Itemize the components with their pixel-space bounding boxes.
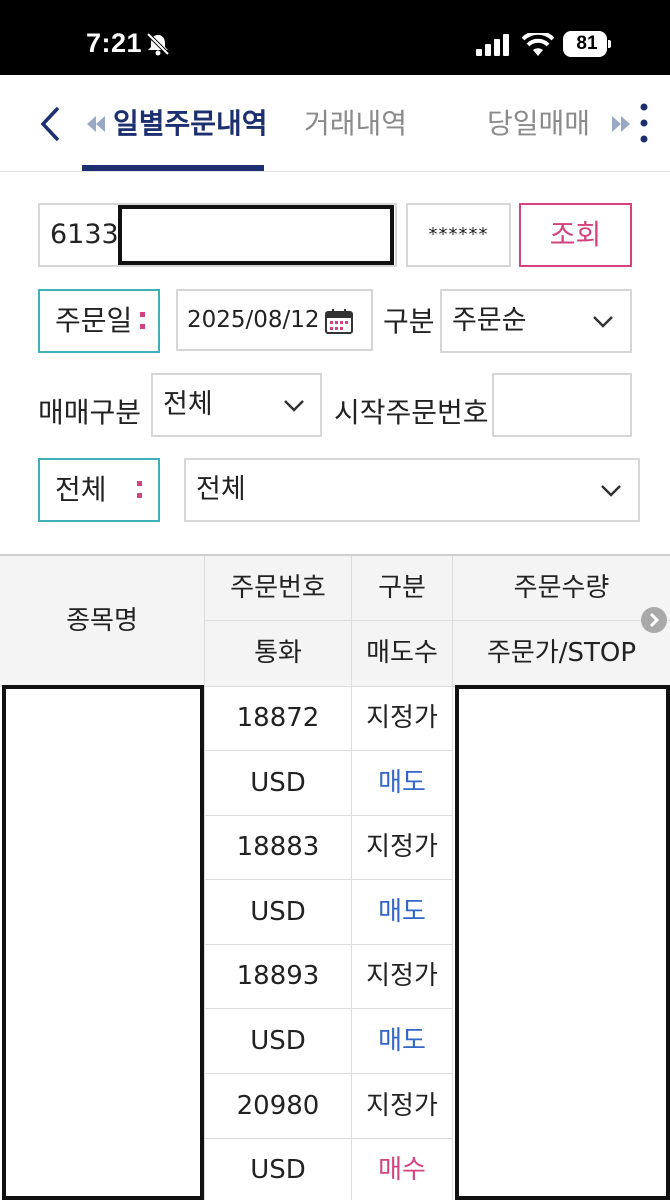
date-picker-field[interactable]: 2025/08/12 (176, 289, 373, 351)
chevron-down-icon (593, 316, 613, 328)
bell-off-icon (146, 32, 170, 56)
currency-cell[interactable]: USD (205, 1139, 351, 1200)
header-order-number: 주문번호 (205, 556, 351, 620)
header-stock-name: 종목명 (0, 556, 204, 686)
chevron-down-icon (601, 485, 621, 497)
currency-cell[interactable]: USD (205, 880, 351, 944)
redaction-box (118, 205, 394, 265)
toggle-dot-icon (140, 312, 145, 317)
all-filter-select[interactable]: 전체 (184, 458, 640, 522)
order-number-cell[interactable]: 20980 (205, 1074, 351, 1138)
active-tab-indicator (82, 165, 264, 171)
all-filter-value: 전체 (196, 474, 246, 505)
toggle-dot-icon (137, 493, 142, 498)
tab-daily-orders[interactable]: 일별주문내역 (113, 99, 268, 149)
tab-today-trades[interactable]: 당일매매 (487, 99, 590, 149)
toggle-dot-icon (137, 481, 142, 486)
tab-trade-history[interactable]: 거래내역 (304, 99, 407, 149)
currency-cell[interactable]: USD (205, 751, 351, 815)
battery-level: 81 (576, 33, 598, 54)
more-menu-icon[interactable] (639, 99, 649, 147)
cellular-signal-icon (476, 34, 509, 56)
order-type-cell[interactable]: 지정가 (352, 687, 452, 750)
sort-order-select[interactable]: 주문순 (440, 289, 632, 353)
header-order-price-stop: 주문가/STOP (453, 621, 670, 686)
header-order-quantity: 주문수량 (453, 556, 670, 620)
order-type-cell[interactable]: 지정가 (352, 1074, 452, 1138)
side-cell[interactable]: 매도 (352, 751, 452, 815)
tab-bar: 일별주문내역 거래내역 당일매매 (0, 75, 670, 172)
redaction-box (2, 685, 204, 1200)
scroll-right-icon[interactable] (640, 606, 668, 634)
sort-order-value: 주문순 (452, 305, 527, 336)
gubun-label: 구분 (383, 305, 435, 338)
date-value: 2025/08/12 (187, 307, 320, 333)
toggle-dot-icon (140, 324, 145, 329)
wifi-icon (522, 33, 554, 56)
all-toggle-button[interactable]: 전체 (38, 458, 160, 522)
password-field[interactable]: ****** (406, 203, 511, 267)
chevron-down-icon (284, 400, 304, 412)
trade-type-label: 매매구분 (38, 396, 142, 429)
column-divider (452, 556, 453, 1200)
order-number-cell[interactable]: 18872 (205, 687, 351, 750)
currency-cell[interactable]: USD (205, 1009, 351, 1073)
back-arrow-icon[interactable] (38, 104, 64, 144)
query-button[interactable]: 조회 (519, 203, 632, 267)
all-toggle-label: 전체 (55, 473, 107, 506)
prev-tab-icon[interactable] (86, 115, 106, 133)
status-bar: 7:21 81 (0, 0, 670, 75)
status-time: 7:21 (86, 28, 143, 58)
header-side: 매도수 (352, 621, 452, 686)
calendar-icon[interactable] (324, 308, 354, 335)
side-cell[interactable]: 매도 (352, 880, 452, 944)
trade-type-select[interactable]: 전체 (151, 373, 322, 437)
order-date-toggle-button[interactable]: 주문일 (38, 289, 160, 353)
header-gubun: 구분 (352, 556, 452, 620)
order-type-cell[interactable]: 지정가 (352, 945, 452, 1008)
start-order-number-label: 시작주문번호 (334, 396, 489, 429)
next-tab-icon[interactable] (611, 115, 631, 133)
header-currency: 통화 (205, 621, 351, 686)
battery-indicator: 81 (563, 31, 611, 57)
account-number-prefix: 6133- (50, 219, 129, 250)
start-order-number-input[interactable] (492, 373, 632, 437)
order-date-label: 주문일 (55, 304, 133, 337)
row-divider (205, 620, 670, 621)
order-number-cell[interactable]: 18883 (205, 816, 351, 879)
side-cell[interactable]: 매도 (352, 1009, 452, 1073)
side-cell[interactable]: 매수 (352, 1139, 452, 1200)
order-number-cell[interactable]: 18893 (205, 945, 351, 1008)
redaction-box (455, 685, 670, 1200)
trade-type-value: 전체 (163, 389, 213, 420)
order-type-cell[interactable]: 지정가 (352, 816, 452, 879)
